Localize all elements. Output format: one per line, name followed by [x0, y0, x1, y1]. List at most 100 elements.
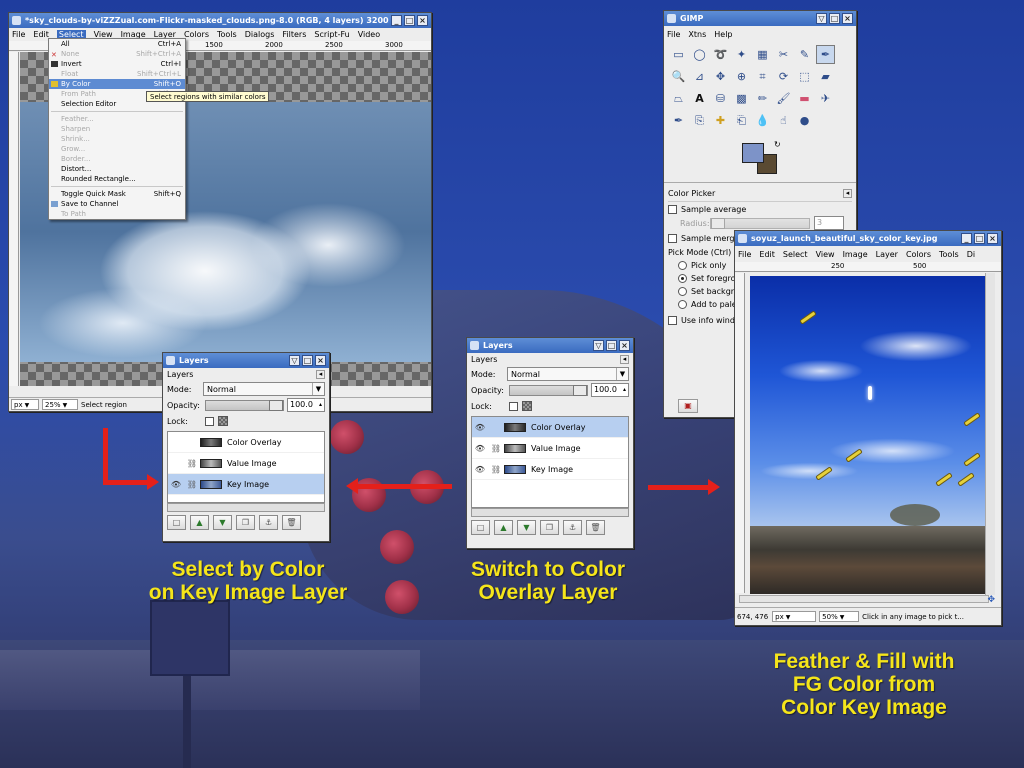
menu-item-toggle-quick-mask[interactable]: Toggle Quick Mask Shift+Q — [49, 189, 185, 199]
chain-icon[interactable]: ⛓ — [184, 459, 200, 468]
chain-icon[interactable]: ⛓ — [488, 465, 504, 474]
maximize-button[interactable]: □ — [302, 355, 313, 366]
menu-item-float[interactable]: Float Shift+Ctrl+L — [49, 69, 185, 79]
menu-tools[interactable]: Tools — [939, 250, 959, 259]
zoom-select[interactable]: 50% ▼ — [819, 611, 860, 622]
tab-menu-icon[interactable]: ◂ — [316, 370, 325, 379]
menu-item-border[interactable]: Border... — [49, 154, 185, 164]
eye-icon[interactable]: 👁 — [472, 423, 488, 432]
use-info-window-checkbox[interactable] — [668, 315, 677, 325]
menu-script-fu[interactable]: Script-Fu — [314, 30, 349, 39]
minimize-button[interactable]: _ — [961, 233, 972, 244]
close-button[interactable]: × — [619, 340, 630, 351]
mode-select[interactable]: Normal ▼ — [507, 367, 629, 381]
fuzzy-select-icon[interactable]: ✦ — [732, 45, 751, 64]
bucket-fill-icon[interactable]: ⛁ — [711, 89, 730, 108]
opacity-input[interactable]: 100.0 ▴ — [287, 398, 325, 412]
paths-icon[interactable]: ✎ — [795, 45, 814, 64]
menu-edit[interactable]: Edit — [759, 250, 775, 259]
blend-icon[interactable]: ▩ — [732, 89, 751, 108]
menu-dialogs[interactable]: Dialogs — [245, 30, 275, 39]
delete-layer-icon[interactable]: 🗑 — [586, 520, 605, 535]
layer-row[interactable]: ⛓ Value Image — [168, 453, 324, 474]
new-layer-icon[interactable]: □ — [167, 515, 186, 530]
navigate-icon[interactable]: ✥ — [987, 595, 995, 605]
menu-help[interactable]: Help — [714, 30, 732, 39]
tab-menu-icon[interactable]: ◂ — [843, 188, 852, 198]
perspective-icon[interactable]: ⏢ — [669, 89, 688, 108]
zoom-icon[interactable]: 🔍 — [669, 67, 688, 86]
horizontal-scrollbar[interactable] — [167, 503, 325, 512]
minimize-button[interactable]: ▽ — [593, 340, 604, 351]
anchor-layer-icon[interactable]: ⚓ — [563, 520, 582, 535]
menu-xtns[interactable]: Xtns — [688, 30, 706, 39]
sky-photo[interactable] — [750, 276, 987, 526]
radius-slider[interactable] — [710, 217, 810, 229]
lower-layer-icon[interactable]: ▼ — [517, 520, 536, 535]
clone-icon[interactable]: ⎘ — [690, 111, 709, 130]
lock-pixels-checkbox[interactable] — [205, 416, 214, 426]
unit-select[interactable]: px ▼ — [772, 611, 817, 622]
eye-icon[interactable]: 👁 — [472, 444, 488, 453]
radius-input[interactable]: 3 — [814, 216, 844, 230]
free-select-icon[interactable]: ➰ — [711, 45, 730, 64]
menu-item-to-path[interactable]: To Path — [49, 209, 185, 219]
layer-row-selected[interactable]: 👁 ⛓ Key Image — [168, 474, 324, 495]
raise-layer-icon[interactable]: ▲ — [190, 515, 209, 530]
align-icon[interactable]: ⊕ — [732, 67, 751, 86]
sample-average-checkbox[interactable] — [668, 205, 677, 214]
lock-alpha-icon[interactable] — [218, 416, 228, 426]
move-icon[interactable]: ✥ — [711, 67, 730, 86]
menu-image[interactable]: Image — [843, 250, 868, 259]
layer-row[interactable]: Color Overlay — [168, 432, 324, 453]
menu-layer[interactable]: Layer — [876, 250, 898, 259]
lock-alpha-icon[interactable] — [522, 401, 532, 411]
ink-icon[interactable]: ✒ — [669, 111, 688, 130]
duplicate-layer-icon[interactable]: ❐ — [236, 515, 255, 530]
smudge-icon[interactable]: ☝ — [774, 111, 793, 130]
close-button[interactable]: × — [987, 233, 998, 244]
shear-icon[interactable]: ▰ — [816, 67, 835, 86]
maximize-button[interactable]: □ — [404, 15, 415, 26]
maximize-button[interactable]: □ — [606, 340, 617, 351]
menu-item-grow[interactable]: Grow... — [49, 144, 185, 154]
new-layer-icon[interactable]: □ — [471, 520, 490, 535]
swap-colors-icon[interactable]: ↻ — [774, 140, 781, 149]
menu-view[interactable]: View — [816, 250, 835, 259]
opacity-slider[interactable] — [205, 399, 284, 411]
scissors-icon[interactable]: ✂ — [774, 45, 793, 64]
menu-item-distort[interactable]: Distort... — [49, 164, 185, 174]
menu-video[interactable]: Video — [358, 30, 380, 39]
scale-icon[interactable]: ⬚ — [795, 67, 814, 86]
tab-menu-icon[interactable]: ◂ — [620, 355, 629, 364]
minimize-button[interactable]: _ — [391, 15, 402, 26]
menu-item-feather[interactable]: Feather... — [49, 114, 185, 124]
foreground-color-swatch[interactable] — [742, 143, 764, 163]
menu-item-sharpen[interactable]: Sharpen — [49, 124, 185, 134]
by-color-select-icon[interactable]: ▦ — [753, 45, 772, 64]
layer-row-selected[interactable]: 👁 Color Overlay — [472, 417, 628, 438]
paintbrush-icon[interactable]: 🖌 — [774, 89, 793, 108]
delete-layer-icon[interactable]: 🗑 — [282, 515, 301, 530]
unit-select[interactable]: px ▼ — [11, 399, 39, 410]
menu-item-shrink[interactable]: Shrink... — [49, 134, 185, 144]
menu-filters[interactable]: Filters — [282, 30, 306, 39]
convolve-icon[interactable]: 💧 — [753, 111, 772, 130]
ellipse-select-icon[interactable]: ◯ — [690, 45, 709, 64]
text-icon[interactable]: A — [690, 89, 709, 108]
menu-item-none[interactable]: ✕ None Shift+Ctrl+A — [49, 49, 185, 59]
menu-item-invert[interactable]: Invert Ctrl+I — [49, 59, 185, 69]
menu-file[interactable]: File — [667, 30, 680, 39]
layer-row[interactable]: 👁 ⛓ Key Image — [472, 459, 628, 480]
menu-file[interactable]: File — [12, 30, 25, 39]
close-button[interactable]: × — [842, 13, 853, 24]
minimize-button[interactable]: ▽ — [816, 13, 827, 24]
raise-layer-icon[interactable]: ▲ — [494, 520, 513, 535]
eye-icon[interactable]: 👁 — [168, 480, 184, 489]
menu-item-all[interactable]: All Ctrl+A — [49, 39, 185, 49]
menu-edit[interactable]: Edit — [33, 30, 49, 39]
menu-file[interactable]: File — [738, 250, 751, 259]
menu-dialogs[interactable]: Di — [967, 250, 975, 259]
close-button[interactable]: × — [315, 355, 326, 366]
menu-item-rounded-rectangle[interactable]: Rounded Rectangle... — [49, 174, 185, 184]
